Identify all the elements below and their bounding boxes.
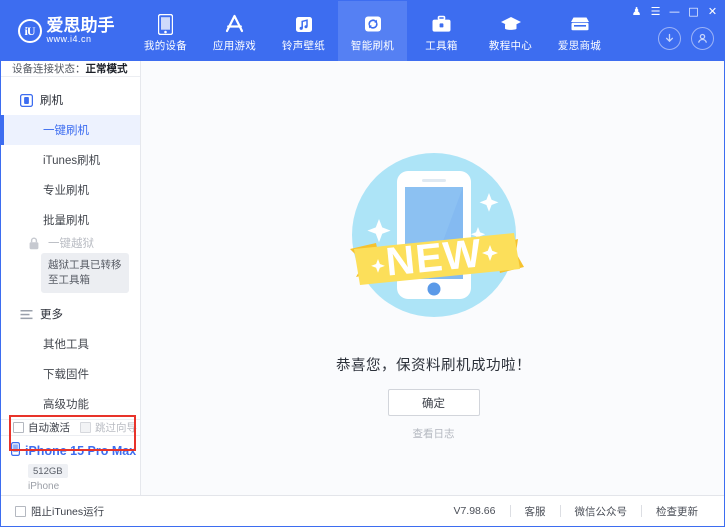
device-capacity: 512GB	[28, 464, 68, 479]
device-type: iPhone	[28, 481, 60, 493]
status-bar: 阻止iTunes运行 V7.98.66 客服 微信公众号 检查更新	[1, 495, 724, 526]
tab-smart-flash[interactable]: 智能刷机	[338, 1, 407, 61]
tab-label: 智能刷机	[350, 40, 395, 52]
download-icon[interactable]	[658, 27, 681, 50]
sidebar-item-label: 下载固件	[43, 369, 89, 382]
app-header: iU 爱思助手 www.i4.cn 我的设备 应用游戏 铃声壁纸 智能刷机 工具…	[1, 1, 724, 61]
checkbox-box	[13, 422, 24, 434]
menu-icon[interactable]: ☰	[646, 3, 665, 19]
sidebar-item-label: 专业刷机	[43, 185, 89, 197]
version-label: V7.98.66	[453, 505, 496, 517]
logo-mark-icon: iU	[17, 19, 42, 43]
logo-url: www.i4.cn	[46, 34, 92, 45]
sidebar-item-label: 批量刷机	[43, 215, 89, 227]
sidebar: 设备连接状态： 正常模式 刷机 一键刷机 iTunes刷机 专业刷机 批量刷机 …	[1, 61, 141, 496]
tab-toolbox[interactable]: 工具箱	[407, 1, 476, 61]
checkbox-label: 阻止iTunes运行	[31, 505, 105, 518]
tab-label: 工具箱	[425, 40, 458, 52]
tab-apps-games[interactable]: 应用游戏	[200, 1, 269, 61]
device-name: iPhone 15 Pro Max	[25, 443, 137, 458]
maximize-icon[interactable]: □	[684, 3, 703, 19]
footer-links: V7.98.66 客服 微信公众号 检查更新	[439, 504, 712, 519]
tab-tutorial-center[interactable]: 教程中心	[476, 1, 545, 61]
nav-group-more: 更多 其他工具 下载固件 高级功能	[1, 297, 140, 419]
checkbox-box	[15, 505, 26, 517]
nav-group-more-header: 更多	[1, 299, 140, 329]
sidebar-item-jailbreak: 一键越狱	[1, 235, 140, 251]
phone-icon	[158, 13, 173, 35]
view-log-link[interactable]: 查看日志	[413, 426, 455, 441]
tab-label: 应用游戏	[212, 40, 257, 52]
main-content: NEW 恭喜您，保资料刷机成功啦！ 确定 查看日志	[141, 61, 724, 496]
checkbox-label: 跳过向导	[95, 422, 137, 435]
customer-service-link[interactable]: 客服	[511, 504, 560, 519]
checkbox-box	[80, 422, 91, 434]
status-label: 设备连接状态：	[12, 63, 86, 75]
skin-icon[interactable]: ♟	[627, 3, 646, 19]
sidebar-item-label: 一键刷机	[43, 125, 89, 137]
store-icon	[569, 13, 591, 35]
device-title: iPhone 15 Pro Max	[11, 442, 140, 459]
check-update-link[interactable]: 检查更新	[642, 504, 712, 519]
device-connection-status: 设备连接状态： 正常模式	[1, 61, 140, 77]
checkbox-label: 自动激活	[28, 422, 70, 435]
new-phone-badge-illustration: NEW	[334, 135, 534, 340]
sidebar-item-pro-flash[interactable]: 专业刷机	[1, 175, 140, 205]
device-card[interactable]: iPhone 15 Pro Max 512GB iPhone	[1, 435, 140, 498]
main-nav-tabs: 我的设备 应用游戏 铃声壁纸 智能刷机 工具箱 教程中心 爱思商城	[131, 1, 614, 61]
wechat-official-link[interactable]: 微信公众号	[561, 504, 642, 519]
flash-device-icon	[19, 93, 33, 107]
music-icon	[294, 13, 314, 35]
toolbox-icon	[431, 13, 452, 35]
sidebar-item-download-firmware[interactable]: 下载固件	[1, 359, 140, 389]
nav-group-label: 更多	[40, 309, 63, 322]
tab-label: 教程中心	[488, 40, 533, 52]
logo-title: 爱思助手	[46, 16, 115, 36]
header-actions	[658, 27, 714, 50]
minimize-icon[interactable]: —	[665, 3, 684, 19]
sidebar-item-other-tools[interactable]: 其他工具	[1, 329, 140, 359]
tab-label: 铃声壁纸	[281, 40, 326, 52]
confirm-button[interactable]: 确定	[387, 389, 480, 416]
success-message: 恭喜您，保资料刷机成功啦！	[336, 358, 531, 374]
close-icon[interactable]: ✕	[703, 3, 722, 19]
nav-group-flash: 刷机 一键刷机 iTunes刷机 专业刷机 批量刷机	[1, 77, 140, 235]
status-value: 正常模式	[85, 63, 128, 75]
sidebar-item-label: 高级功能	[43, 399, 89, 412]
sidebar-item-label: 一键越狱	[48, 238, 94, 250]
body-area: 设备连接状态： 正常模式 刷机 一键刷机 iTunes刷机 专业刷机 批量刷机 …	[1, 61, 724, 496]
refresh-icon	[363, 13, 383, 35]
window-controls: ♟ ☰ — □ ✕	[627, 3, 722, 19]
jailbreak-tooltip: 越狱工具已转移至工具箱	[41, 253, 129, 294]
sidebar-item-batch-flash[interactable]: 批量刷机	[1, 205, 140, 235]
app-logo: iU 爱思助手 www.i4.cn	[1, 1, 131, 61]
appstore-icon	[224, 13, 245, 35]
user-account-icon[interactable]	[691, 27, 714, 50]
sidebar-item-one-key-flash[interactable]: 一键刷机	[1, 115, 140, 145]
lock-icon	[27, 236, 41, 250]
sidebar-item-advanced[interactable]: 高级功能	[1, 389, 140, 419]
tab-my-device[interactable]: 我的设备	[131, 1, 200, 61]
graduation-cap-icon	[500, 13, 522, 35]
sidebar-options-row: 自动激活 跳过向导	[1, 415, 140, 452]
list-icon	[19, 307, 33, 321]
tab-store[interactable]: 爱思商城	[545, 1, 614, 61]
sidebar-item-label: iTunes刷机	[43, 155, 101, 167]
tab-label: 爱思商城	[557, 40, 602, 52]
sidebar-item-label: 其他工具	[43, 339, 89, 352]
nav-group-label: 刷机	[40, 95, 63, 107]
sidebar-item-itunes-flash[interactable]: iTunes刷机	[1, 145, 140, 175]
block-itunes-checkbox[interactable]: 阻止iTunes运行	[15, 504, 104, 519]
skip-wizard-checkbox[interactable]: 跳过向导	[80, 420, 137, 435]
auto-activate-checkbox[interactable]: 自动激活	[13, 420, 70, 435]
tab-ringtones-wallpaper[interactable]: 铃声壁纸	[269, 1, 338, 61]
tab-label: 我的设备	[143, 40, 188, 52]
svg-text:NEW: NEW	[383, 231, 483, 284]
phone-small-icon	[11, 442, 21, 459]
app-window: iU 爱思助手 www.i4.cn 我的设备 应用游戏 铃声壁纸 智能刷机 工具…	[0, 0, 725, 527]
nav-group-flash-header: 刷机	[1, 85, 140, 115]
